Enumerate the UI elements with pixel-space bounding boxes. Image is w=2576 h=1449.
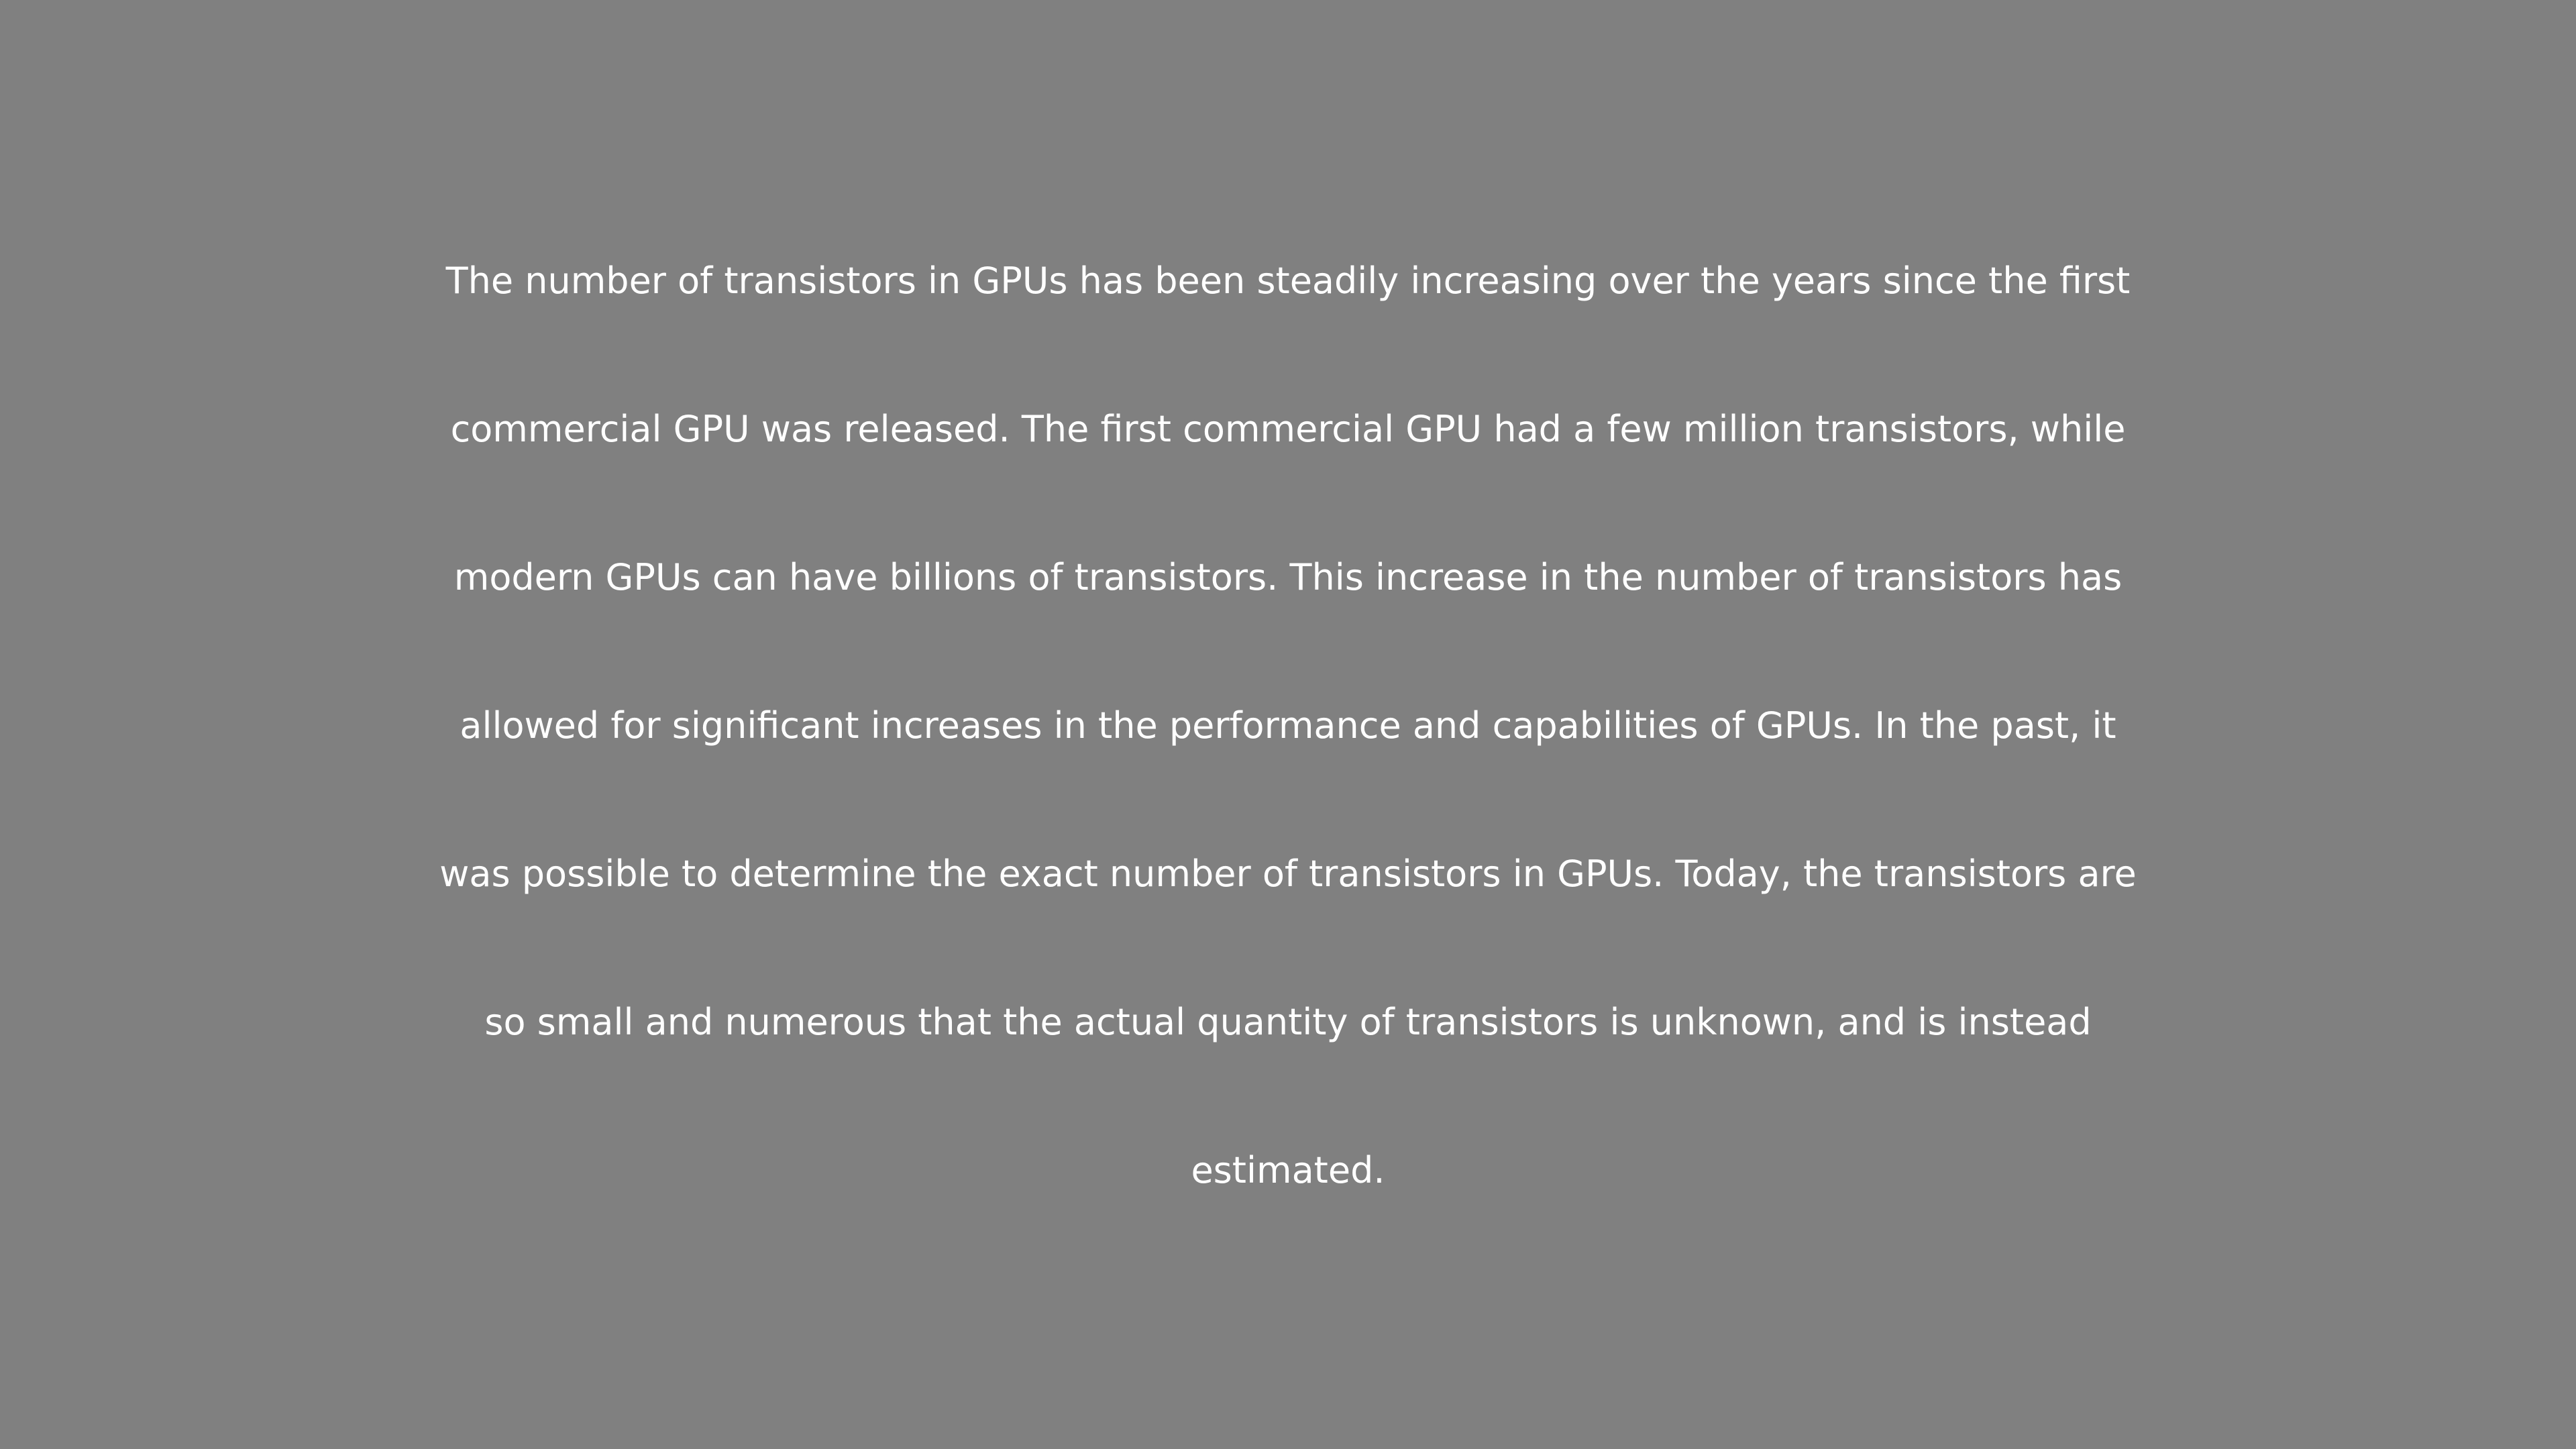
paragraph-line: commercial GPU was released. The first c… — [450, 408, 2126, 450]
paragraph-line: estimated. — [1191, 1149, 1385, 1191]
paragraph-line: so small and numerous that the actual qu… — [484, 1001, 2092, 1043]
paragraph-line: The number of transistors in GPUs has be… — [445, 260, 2131, 302]
paragraph-line: allowed for significant increases in the… — [460, 704, 2116, 747]
body-paragraph: The number of transistors in GPUs has be… — [0, 0, 2576, 1449]
slide-canvas: The number of transistors in GPUs has be… — [0, 0, 2576, 1449]
paragraph-line: was possible to determine the exact numb… — [439, 853, 2137, 895]
paragraph-line: modern GPUs can have billions of transis… — [453, 556, 2123, 598]
